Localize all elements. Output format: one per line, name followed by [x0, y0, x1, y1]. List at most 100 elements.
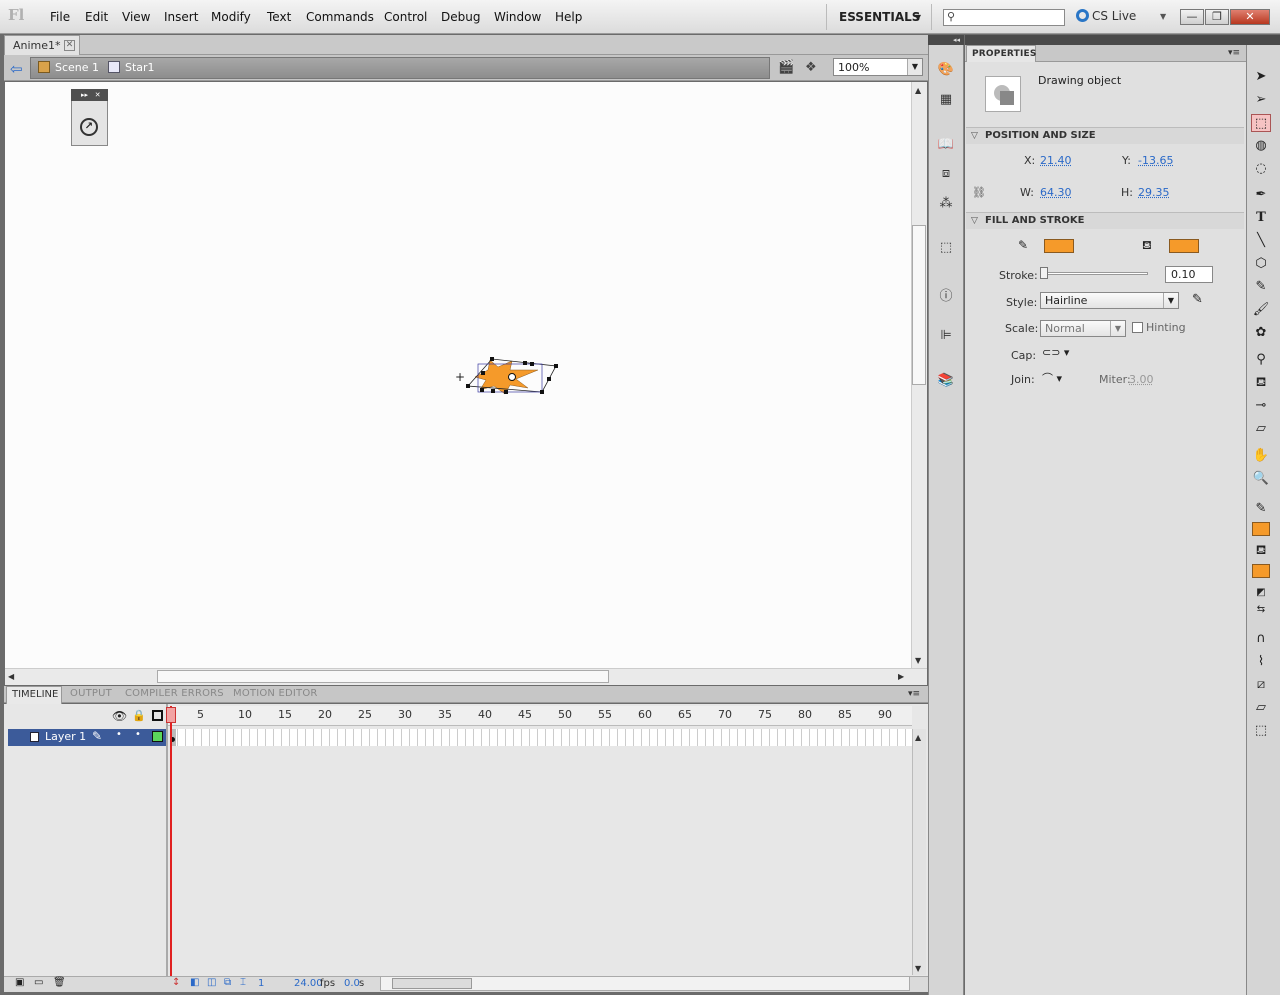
current-frame[interactable]: 1: [258, 978, 264, 989]
close-button[interactable]: ✕: [1230, 9, 1270, 25]
restore-button[interactable]: ❐: [1205, 9, 1229, 25]
frame-rate[interactable]: 24.00: [294, 978, 323, 989]
eyedropper-tool-icon[interactable]: ⊸: [1251, 397, 1271, 415]
cap-select[interactable]: ⊂⊃ ▾: [1042, 346, 1069, 359]
scroll-left-icon[interactable]: ◀: [8, 672, 14, 681]
join-select[interactable]: ⌒ ▾: [1042, 370, 1062, 386]
miter-value[interactable]: 3.00: [1129, 373, 1154, 386]
polystar-tool-icon[interactable]: ⬡: [1251, 255, 1271, 273]
3d-rotation-tool-icon[interactable]: ◍: [1251, 137, 1271, 155]
menu-control[interactable]: Control: [384, 10, 427, 24]
menu-window[interactable]: Window: [494, 10, 541, 24]
playhead[interactable]: [166, 707, 176, 723]
selection-tool-icon[interactable]: ➤: [1251, 68, 1271, 86]
pen-tool-icon[interactable]: ✒: [1251, 186, 1271, 204]
lock-icon[interactable]: 🔒: [132, 709, 146, 722]
swap-colors-icon[interactable]: ⇆: [1251, 601, 1271, 619]
onion-outlines-icon[interactable]: ◫: [207, 977, 216, 988]
breadcrumb-scene[interactable]: Scene 1: [38, 61, 99, 74]
panel-menu-icon[interactable]: ▾≡: [908, 689, 920, 699]
edit-scene-icon[interactable]: 🎬: [778, 60, 796, 76]
menu-debug[interactable]: Debug: [441, 10, 480, 24]
stroke-width-input[interactable]: 0.10: [1165, 266, 1213, 283]
free-transform-tool-icon[interactable]: ⬚: [1251, 114, 1271, 132]
tab-properties[interactable]: PROPERTIES: [966, 45, 1036, 62]
tab-output[interactable]: OUTPUT: [70, 688, 112, 699]
fill-color-swatch[interactable]: [1169, 239, 1199, 253]
menu-insert[interactable]: Insert: [164, 10, 198, 24]
visibility-dot[interactable]: •: [116, 729, 122, 740]
layer-outline-color[interactable]: [152, 731, 163, 742]
brush-tool-icon[interactable]: 🖌: [1251, 301, 1271, 319]
h-value[interactable]: 29.35: [1138, 186, 1170, 199]
components-icon[interactable]: ⧈: [936, 166, 956, 184]
delete-icon[interactable]: 🗑: [53, 977, 66, 988]
transform-icon[interactable]: ⬚: [936, 240, 956, 258]
subselection-tool-icon[interactable]: ➢: [1251, 91, 1271, 109]
workspace-switcher[interactable]: ESSENTIALS ▼: [826, 4, 932, 30]
tab-timeline[interactable]: TIMELINE: [6, 686, 62, 704]
scroll-up-icon[interactable]: ▲: [915, 86, 921, 95]
motion-presets-icon[interactable]: ⁂: [936, 196, 956, 214]
deco-tool-icon[interactable]: ✿: [1251, 324, 1271, 342]
menu-edit[interactable]: Edit: [85, 10, 108, 24]
code-snippets-icon[interactable]: 📚: [936, 373, 956, 391]
rotate-and-skew-icon[interactable]: ▱: [1251, 699, 1271, 717]
new-layer-icon[interactable]: ▣: [15, 977, 24, 988]
stroke-color-swatch[interactable]: [1252, 522, 1270, 536]
tools-panel-header[interactable]: [1246, 35, 1280, 45]
position-and-size-section[interactable]: ▽ POSITION AND SIZE: [966, 127, 1244, 144]
lock-proportions-icon[interactable]: ⛓: [972, 186, 986, 199]
paint-bucket-tool-icon[interactable]: ⛾: [1251, 374, 1271, 392]
scale-icon[interactable]: ⬚: [1251, 722, 1271, 740]
help-search-input[interactable]: ⚲: [943, 9, 1065, 26]
smooth-icon[interactable]: ⌇: [1251, 653, 1271, 671]
hinting-checkbox[interactable]: [1132, 322, 1143, 333]
menu-modify[interactable]: Modify: [211, 10, 251, 24]
black-and-white-icon[interactable]: ◩: [1251, 584, 1271, 602]
cs-live-button[interactable]: CS Live: [1076, 9, 1136, 23]
scroll-down-icon[interactable]: ▼: [915, 964, 921, 973]
chevron-down-icon[interactable]: ▼: [1160, 12, 1166, 21]
zoom-select[interactable]: 100% ▼: [833, 58, 923, 76]
library-icon[interactable]: 📖: [936, 137, 956, 155]
outline-icon[interactable]: [152, 710, 163, 721]
tab-compiler-errors[interactable]: COMPILER ERRORS: [125, 688, 224, 699]
lasso-tool-icon[interactable]: ◌: [1251, 160, 1271, 178]
document-tab[interactable]: Anime1* ✕: [4, 35, 80, 55]
scale-select[interactable]: Normal ▼: [1040, 320, 1126, 337]
align-icon[interactable]: ⊫: [936, 328, 956, 346]
transform-point-icon[interactable]: [508, 373, 516, 381]
edit-symbols-icon[interactable]: ❖: [805, 60, 823, 76]
stroke-slider[interactable]: [1042, 272, 1148, 275]
straighten-icon[interactable]: ⧄: [1251, 676, 1271, 694]
info-icon[interactable]: ⓘ: [936, 285, 956, 304]
scroll-right-icon[interactable]: ▶: [898, 672, 904, 681]
line-tool-icon[interactable]: ╲: [1251, 232, 1271, 250]
fill-and-stroke-section[interactable]: ▽ FILL AND STROKE: [966, 212, 1244, 229]
eye-icon[interactable]: 👁: [112, 709, 127, 723]
layer-name[interactable]: Layer 1: [45, 730, 86, 743]
snap-to-objects-icon[interactable]: ∩: [1251, 630, 1271, 648]
fill-color-swatch[interactable]: [1252, 564, 1270, 578]
timeline-horizontal-scroll-thumb[interactable]: [392, 978, 472, 989]
scroll-up-icon[interactable]: ▲: [915, 733, 921, 742]
text-tool-icon[interactable]: T: [1251, 209, 1271, 227]
breadcrumb-symbol[interactable]: Star1: [108, 61, 155, 74]
eraser-tool-icon[interactable]: ▱: [1251, 420, 1271, 438]
timeline-divider[interactable]: [166, 704, 168, 976]
stage-horizontal-scroll-thumb[interactable]: [157, 670, 609, 683]
menu-help[interactable]: Help: [555, 10, 582, 24]
stroke-color-swatch[interactable]: [1044, 239, 1074, 253]
stroke-slider-handle[interactable]: [1040, 267, 1048, 279]
frame-grid[interactable]: [170, 729, 912, 746]
tab-motion-editor[interactable]: MOTION EDITOR: [233, 688, 318, 699]
stage-vertical-scroll-thumb[interactable]: [912, 225, 926, 385]
zoom-tool-icon[interactable]: 🔍: [1251, 470, 1271, 488]
lock-dot[interactable]: •: [135, 729, 141, 740]
swatches-icon[interactable]: ▦: [936, 92, 956, 110]
star-drawing-object[interactable]: +: [450, 350, 570, 405]
edit-stroke-style-icon[interactable]: ✎: [1192, 292, 1203, 307]
floating-panel-header[interactable]: ▸▸ ✕: [71, 89, 108, 101]
pencil-tool-icon[interactable]: ✎: [1251, 278, 1271, 296]
